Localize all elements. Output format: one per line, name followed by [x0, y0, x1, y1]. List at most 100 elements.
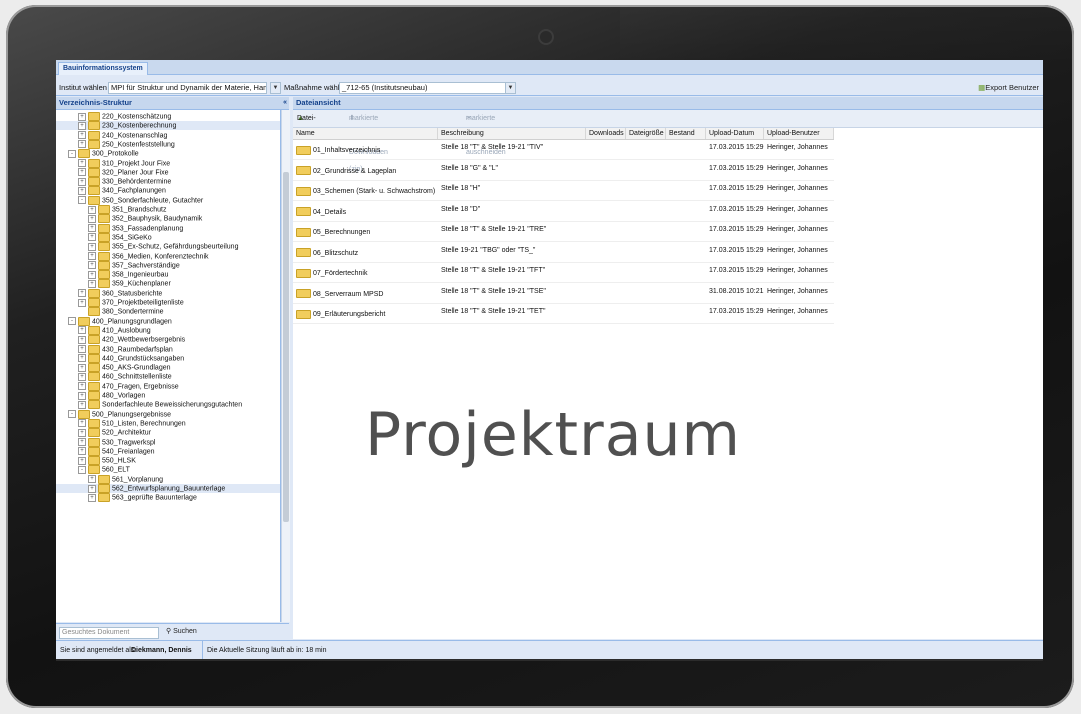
expand-node-icon[interactable]: +	[78, 447, 86, 456]
tree-node[interactable]: - 350_Sonderfachleute, Gutachter	[56, 195, 280, 205]
tree-node[interactable]: - 560_ELT	[56, 465, 280, 475]
table-row[interactable]: 02_Grundrisse & Lageplan Stelle 18 "G" & …	[293, 161, 834, 181]
tree-node[interactable]: +340_Fachplanungen	[56, 186, 280, 196]
tree-node[interactable]: +563_geprüfte Bauunterlage	[56, 493, 280, 503]
column-upload-user[interactable]: Upload-Benutzer	[764, 128, 834, 139]
tree-node[interactable]: +420_Wettbewerbsergebnis	[56, 335, 280, 345]
expand-node-icon[interactable]: +	[78, 428, 86, 437]
expand-node-icon[interactable]: +	[78, 419, 86, 428]
expand-node-icon[interactable]: +	[78, 298, 86, 307]
tree-node[interactable]: +352_Bauphysik, Baudynamik	[56, 214, 280, 224]
tree-node[interactable]: +450_AKS-Grundlagen	[56, 363, 280, 373]
tree-node[interactable]: +358_Ingenieurbau	[56, 270, 280, 280]
collapse-icon[interactable]: «	[283, 97, 287, 109]
tree-node[interactable]: +540_Freianlagen	[56, 446, 280, 456]
tree-node[interactable]: +354_SiGeKo	[56, 232, 280, 242]
collapse-node-icon[interactable]: -	[68, 317, 76, 326]
expand-node-icon[interactable]: +	[78, 391, 86, 400]
tree-scroll-thumb[interactable]	[283, 172, 289, 522]
document-search-input[interactable]: Gesuchtes Dokument	[59, 627, 159, 639]
expand-node-icon[interactable]: +	[78, 335, 86, 344]
tree-node[interactable]: +356_Medien, Konferenztechnik	[56, 251, 280, 261]
expand-node-icon[interactable]: +	[78, 345, 86, 353]
column-description[interactable]: Beschreibung	[438, 128, 586, 139]
expand-node-icon[interactable]: +	[88, 205, 96, 214]
table-row[interactable]: 04_Details Stelle 18 "D" 17.03.2015 15:29 H…	[293, 202, 834, 222]
tree-node[interactable]: +357_Sachverständige	[56, 260, 280, 270]
search-button[interactable]: ⚲ Suchen	[166, 627, 197, 637]
expand-node-icon[interactable]: +	[88, 214, 96, 223]
tree-node[interactable]: +360_Statusberichte	[56, 288, 280, 298]
tree-node[interactable]: +520_Architektur	[56, 428, 280, 438]
column-name[interactable]: Name	[293, 128, 438, 139]
tree-node[interactable]: +230_Kostenberechnung	[56, 121, 280, 131]
table-row[interactable]: 05_Berechnungen Stelle 18 "T" & Stelle 19…	[293, 222, 834, 242]
column-downloads[interactable]: Downloads	[586, 128, 626, 139]
expand-node-icon[interactable]: +	[78, 382, 86, 391]
tree-node[interactable]: +480_Vorlagen	[56, 391, 280, 400]
expand-node-icon[interactable]: +	[88, 279, 96, 288]
expand-node-icon[interactable]: +	[78, 168, 86, 177]
expand-node-icon[interactable]: +	[88, 233, 96, 242]
collapse-node-icon[interactable]: -	[78, 465, 86, 474]
tree-node[interactable]: +351_Brandschutz	[56, 205, 280, 214]
institut-select[interactable]: MPI für Struktur und Dynamik der Materie…	[108, 82, 267, 94]
app-tab[interactable]: Bauinformationssystem	[58, 62, 148, 75]
expand-node-icon[interactable]: +	[78, 186, 86, 195]
column-upload-date[interactable]: Upload-Datum	[706, 128, 764, 139]
export-users-button[interactable]: ▦Export Benutzer	[978, 80, 1039, 95]
expand-node-icon[interactable]: +	[78, 177, 86, 186]
collapse-node-icon[interactable]: -	[78, 196, 86, 205]
table-row[interactable]: 01_Inhaltsverzeichnis Stelle 18 "T" & Ste…	[293, 140, 834, 160]
tree-node[interactable]: + Sonderfachleute Beweissicherungsgutacht…	[56, 400, 280, 410]
tree-node[interactable]: +370_Projektbeteiligtenliste	[56, 298, 280, 307]
expand-node-icon[interactable]: +	[78, 326, 86, 335]
expand-node-icon[interactable]: +	[78, 363, 86, 372]
expand-node-icon[interactable]: +	[78, 372, 86, 381]
table-row[interactable]: 07_Fördertechnik Stelle 18 "T" & Stelle 1…	[293, 263, 834, 283]
tree-node[interactable]: +510_Listen, Berechnungen	[56, 418, 280, 428]
expand-node-icon[interactable]: +	[78, 438, 86, 446]
expand-node-icon[interactable]: +	[78, 400, 86, 409]
expand-node-icon[interactable]: +	[78, 121, 86, 130]
tree-node[interactable]: +440_Grundstücksangaben	[56, 353, 280, 363]
tree-node[interactable]: +562_Entwurfsplanung_Bauunterlage	[56, 484, 280, 493]
massnahme-dropdown-icon[interactable]: ▼	[505, 82, 516, 94]
expand-node-icon[interactable]: +	[78, 159, 86, 167]
institut-dropdown-icon[interactable]: ▼	[270, 82, 281, 94]
expand-node-icon[interactable]: +	[88, 475, 96, 484]
expand-node-icon[interactable]: +	[88, 252, 96, 260]
expand-node-icon[interactable]: +	[88, 493, 96, 502]
column-filesize[interactable]: Dateigröße	[626, 128, 666, 139]
tree-node[interactable]: +470_Fragen, Ergebnisse	[56, 381, 280, 391]
tree-node[interactable]: - 300_Protokolle	[56, 149, 280, 159]
table-row[interactable]: 06_Blitzschutz Stelle 19-21 "TBG" oder "T…	[293, 243, 834, 263]
expand-node-icon[interactable]: +	[88, 261, 96, 270]
tree-node[interactable]: +310_Projekt Jour Fixe	[56, 158, 280, 168]
expand-node-icon[interactable]: +	[88, 224, 96, 233]
expand-node-icon[interactable]: +	[78, 289, 86, 298]
collapse-node-icon[interactable]: -	[68, 410, 76, 419]
table-row[interactable]: 03_Schemen (Stark- u. Schwachstrom) Stell…	[293, 181, 834, 201]
tree-node[interactable]: +320_Planer Jour Fixe	[56, 167, 280, 177]
tree-node[interactable]: +359_Küchenplaner	[56, 279, 280, 289]
expand-node-icon[interactable]: +	[88, 270, 96, 279]
tree-node[interactable]: +355_Ex-Schutz, Gefährdungsbeurteilung	[56, 242, 280, 252]
collapse-node-icon[interactable]: -	[68, 149, 76, 158]
expand-node-icon[interactable]: +	[88, 484, 96, 493]
expand-node-icon[interactable]: +	[78, 131, 86, 140]
tree-node[interactable]: +220_Kostenschätzung	[56, 112, 280, 121]
tree-node[interactable]: +561_Vorplanung	[56, 474, 280, 484]
column-stock[interactable]: Bestand	[666, 128, 706, 139]
tree-node[interactable]: - 500_Planungsergebnisse	[56, 409, 280, 419]
expand-node-icon[interactable]: +	[78, 456, 86, 465]
directory-tree[interactable]: +220_Kostenschätzung +230_Kostenberechnun…	[56, 110, 281, 622]
tree-node[interactable]: - 400_Planungsgrundlagen	[56, 316, 280, 326]
tree-node[interactable]: +410_Auslobung	[56, 325, 280, 335]
expand-node-icon[interactable]: +	[78, 112, 86, 121]
tree-node[interactable]: +550_HLSK	[56, 456, 280, 466]
expand-node-icon[interactable]: +	[78, 354, 86, 363]
tree-node[interactable]: +330_Behördentermine	[56, 177, 280, 187]
tree-node[interactable]: +460_Schnittstellenliste	[56, 372, 280, 382]
expand-node-icon[interactable]: +	[78, 140, 86, 149]
